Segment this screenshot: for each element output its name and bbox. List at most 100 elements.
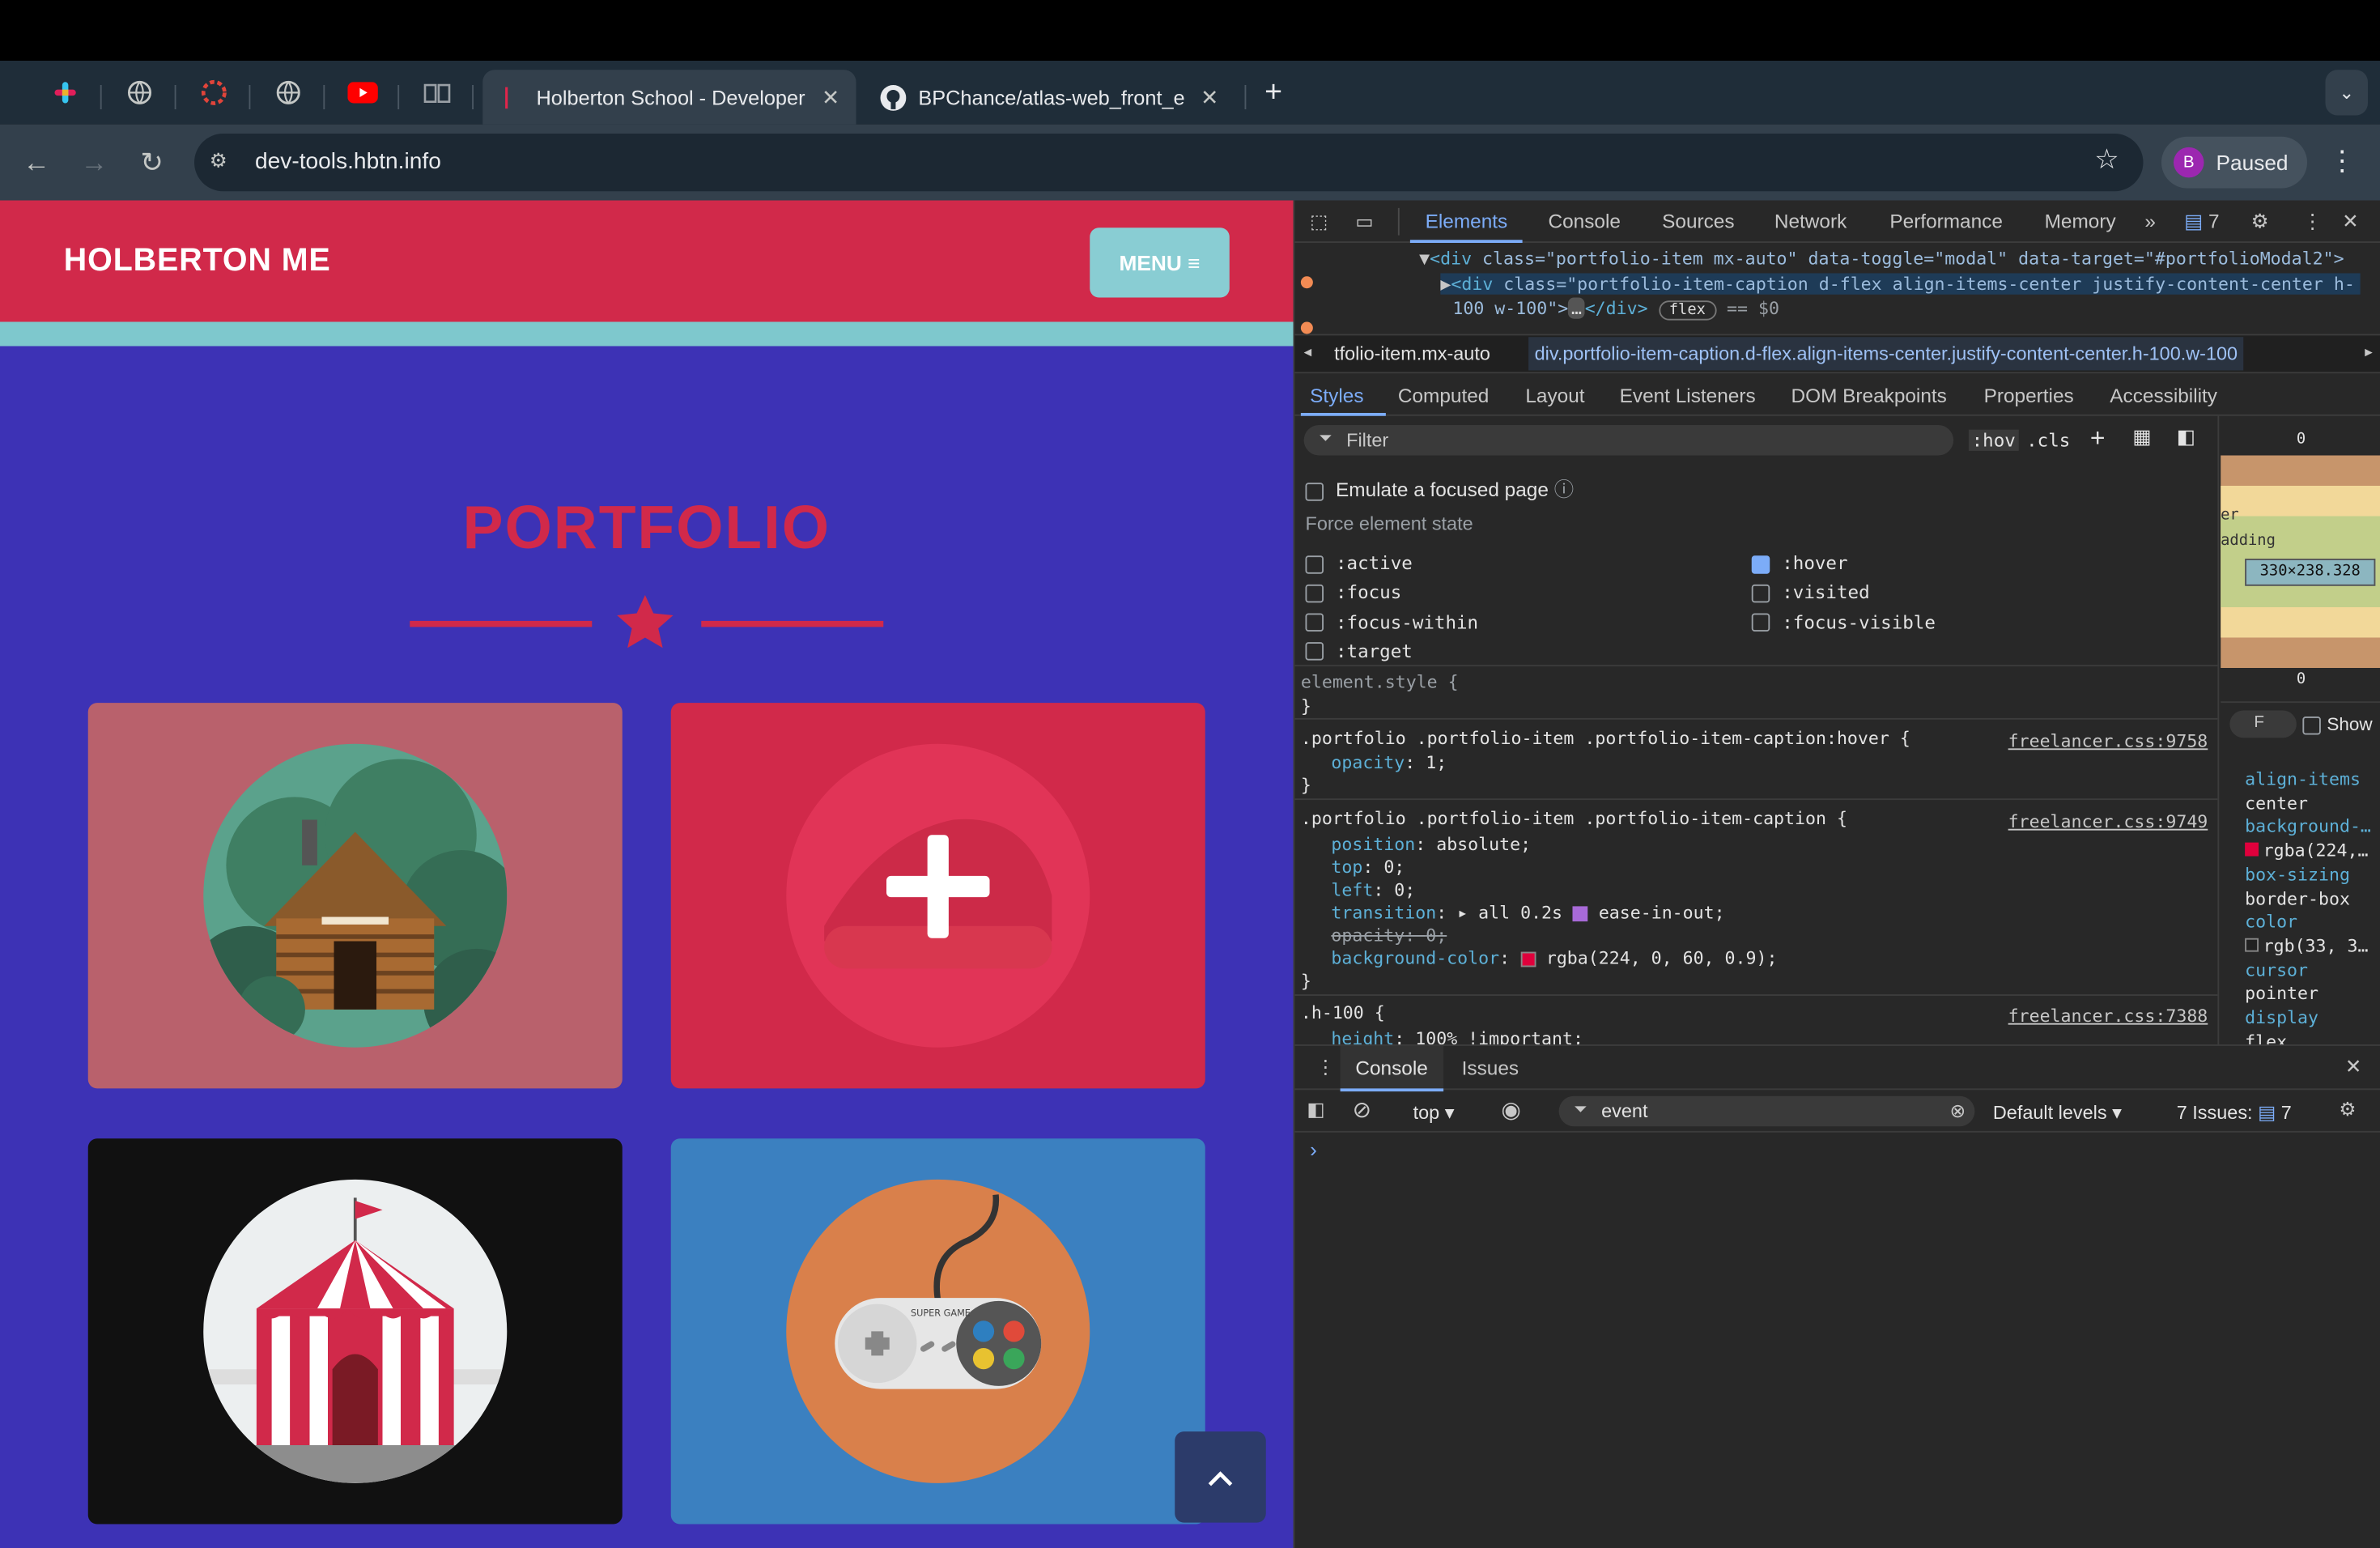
portfolio-item-circus[interactable] xyxy=(87,1138,623,1525)
breadcrumb-item[interactable]: tfolio-item.mx-auto xyxy=(1334,343,1490,364)
kebab-menu-icon[interactable]: ⋮ xyxy=(2328,146,2356,177)
cls-toggle[interactable]: .cls xyxy=(2026,430,2070,451)
flex-badge[interactable]: flex xyxy=(1658,300,1717,321)
back-arrow-icon[interactable]: ← xyxy=(15,142,58,182)
tab-elements[interactable]: Elements xyxy=(1426,210,1508,232)
more-tabs-icon[interactable]: » xyxy=(2144,210,2156,232)
forward-arrow-icon[interactable]: → xyxy=(73,142,116,182)
site-settings-icon[interactable]: ⚙ xyxy=(210,149,227,173)
easing-swatch-icon[interactable] xyxy=(1573,905,1588,921)
color-swatch-icon[interactable] xyxy=(1520,950,1536,967)
state-target[interactable]: :target xyxy=(1305,637,1479,666)
clear-filter-icon[interactable]: ⊗ xyxy=(1949,1099,1966,1121)
portfolio-item-cabin[interactable] xyxy=(87,703,623,1089)
settings-gear-icon[interactable]: ⚙ xyxy=(2251,210,2269,234)
tab-performance[interactable]: Performance xyxy=(1889,210,2003,232)
css-declaration[interactable]: left: 0; xyxy=(1331,879,1415,900)
profile-button[interactable]: B Paused xyxy=(2161,136,2307,189)
console-prompt[interactable]: › xyxy=(1310,1137,1317,1161)
close-devtools-icon[interactable]: ✕ xyxy=(2342,210,2358,234)
css-declaration[interactable]: position: absolute; xyxy=(1331,833,1531,854)
tab-holberton[interactable]: ❘ Holberton School - Developer ✕ xyxy=(482,70,856,125)
portfolio-item-game[interactable]: SUPER GAME xyxy=(670,1138,1205,1525)
help-icon[interactable]: ⓘ xyxy=(1554,478,1574,501)
dom-line[interactable]: ▼<div class="portfolio-item mx-auto" dat… xyxy=(1419,248,2344,269)
box-model-content[interactable]: 330×238.328 xyxy=(2245,559,2376,586)
css-declaration[interactable]: background-color: rgba(224, 0, 60, 0.9); xyxy=(1331,947,1777,968)
clear-console-icon[interactable]: ⊘ xyxy=(1353,1096,1372,1124)
rule-selector[interactable]: .portfolio .portfolio-item .portfolio-it… xyxy=(1301,727,1910,748)
scroll-right-icon[interactable]: ▸ xyxy=(2365,345,2372,362)
css-declaration-overridden[interactable]: opacity: 0; xyxy=(1331,925,1447,946)
css-declaration[interactable]: height: 100% !important; xyxy=(1331,1027,1583,1044)
tab-github[interactable]: BPChance/atlas-web_front_end ✕ xyxy=(865,70,1239,125)
inspect-element-icon[interactable]: ⬚ xyxy=(1310,210,1328,232)
reload-icon[interactable]: ↻ xyxy=(130,142,173,182)
issues-counter[interactable]: 7 Issues: ▤ 7 xyxy=(2177,1100,2292,1123)
issues-badge[interactable]: ▤ 7 xyxy=(2184,210,2219,234)
element-style-rule[interactable]: element.style { xyxy=(1301,671,1459,692)
rule-selector[interactable]: .h-100 { xyxy=(1301,1002,1385,1023)
drawer-menu-icon[interactable]: ⋮ xyxy=(1316,1055,1335,1078)
css-declaration[interactable]: top: 0; xyxy=(1331,857,1405,878)
tab-styles[interactable]: Styles xyxy=(1310,384,1363,406)
state-focus-within[interactable]: :focus-within xyxy=(1305,608,1478,637)
rule-selector[interactable]: .portfolio .portfolio-item .portfolio-it… xyxy=(1301,808,1847,829)
state-focus[interactable]: :focus xyxy=(1305,579,1479,608)
breadcrumb-item-active[interactable]: div.portfolio-item-caption.d-flex.align-… xyxy=(1528,337,2244,371)
sidebar-toggle-icon[interactable]: ◧ xyxy=(2177,425,2195,449)
dom-line-selected[interactable]: ▶<div class="portfolio-item-caption d-fl… xyxy=(1440,273,2361,295)
site-brand[interactable]: HOLBERTON ME xyxy=(64,243,331,279)
styles-filter[interactable]: ⏷ Filter xyxy=(1303,425,1954,456)
computed-filter[interactable]: F xyxy=(2229,710,2297,738)
dom-tree[interactable]: ▼<div class="portfolio-item mx-auto" dat… xyxy=(1294,243,2380,334)
tab-memory[interactable]: Memory xyxy=(2045,210,2116,232)
emulate-focus-checkbox[interactable]: Emulate a focused page ⓘ xyxy=(1305,474,1574,503)
context-select[interactable]: top ▾ xyxy=(1413,1100,1455,1123)
tab-layout[interactable]: Layout xyxy=(1525,384,1584,406)
scroll-to-top-button[interactable] xyxy=(1175,1431,1266,1523)
source-link[interactable]: freelancer.css:9758 xyxy=(2008,730,2208,751)
device-toolbar-icon[interactable]: ▭ xyxy=(1355,210,1373,232)
slack-icon[interactable] xyxy=(43,73,88,113)
close-icon[interactable]: ✕ xyxy=(822,84,839,110)
tab-accessibility[interactable]: Accessibility xyxy=(2110,384,2217,406)
menu-button[interactable]: MENU ≡ xyxy=(1090,228,1230,298)
circle-icon[interactable] xyxy=(191,73,236,113)
globe-icon[interactable] xyxy=(117,73,162,113)
eye-icon[interactable]: ◉ xyxy=(1501,1096,1521,1124)
new-rule-icon[interactable]: + xyxy=(2090,423,2106,454)
console-settings-gear-icon[interactable]: ⚙ xyxy=(2339,1098,2356,1121)
youtube-icon[interactable] xyxy=(340,73,385,113)
tab-search-chevron-down-icon[interactable]: ⌄ xyxy=(2325,70,2368,116)
console-filter-input[interactable]: ⏷ event ⊗ xyxy=(1558,1095,1975,1127)
css-declaration[interactable]: opacity: 1; xyxy=(1331,751,1447,772)
dom-line-cont[interactable]: 100 w-100">… </div> flex == $0 xyxy=(1452,297,1779,321)
tab-computed[interactable]: Computed xyxy=(1398,384,1489,406)
tab-console[interactable]: Console xyxy=(1549,210,1621,232)
tab-network[interactable]: Network xyxy=(1774,210,1847,232)
state-focus-visible[interactable]: :focus-visible xyxy=(1751,608,1936,637)
source-link[interactable]: freelancer.css:9749 xyxy=(2008,810,2208,831)
tab-properties[interactable]: Properties xyxy=(1984,384,2074,406)
globe-icon[interactable] xyxy=(266,73,311,113)
scroll-left-icon[interactable]: ◂ xyxy=(1304,345,1311,362)
tab-dom-breakpoints[interactable]: DOM Breakpoints xyxy=(1791,384,1947,406)
portfolio-item-cake[interactable] xyxy=(670,703,1205,1089)
devtools-kebab-icon[interactable]: ⋮ xyxy=(2302,210,2322,234)
log-levels-select[interactable]: Default levels ▾ xyxy=(1993,1100,2122,1123)
drawer-tab-console[interactable]: Console xyxy=(1355,1057,1427,1079)
source-link[interactable]: freelancer.css:7388 xyxy=(2008,1005,2208,1026)
close-icon[interactable]: ✕ xyxy=(1201,84,1218,110)
state-hover[interactable]: :hover xyxy=(1751,550,1936,579)
paint-icon[interactable]: ▦ xyxy=(2132,425,2151,449)
hov-toggle[interactable]: :hov xyxy=(1968,429,2019,451)
book-icon[interactable] xyxy=(414,73,460,113)
close-drawer-icon[interactable]: ✕ xyxy=(2345,1055,2361,1079)
star-icon[interactable]: ☆ xyxy=(2094,144,2119,176)
tab-event-listeners[interactable]: Event Listeners xyxy=(1620,384,1756,406)
show-all-checkbox[interactable]: Show xyxy=(2302,713,2373,735)
drawer-tab-issues[interactable]: Issues xyxy=(1462,1057,1519,1079)
tab-sources[interactable]: Sources xyxy=(1662,210,1734,232)
css-declaration[interactable]: transition: ▸ all 0.2s ease-in-out; xyxy=(1331,902,1724,923)
